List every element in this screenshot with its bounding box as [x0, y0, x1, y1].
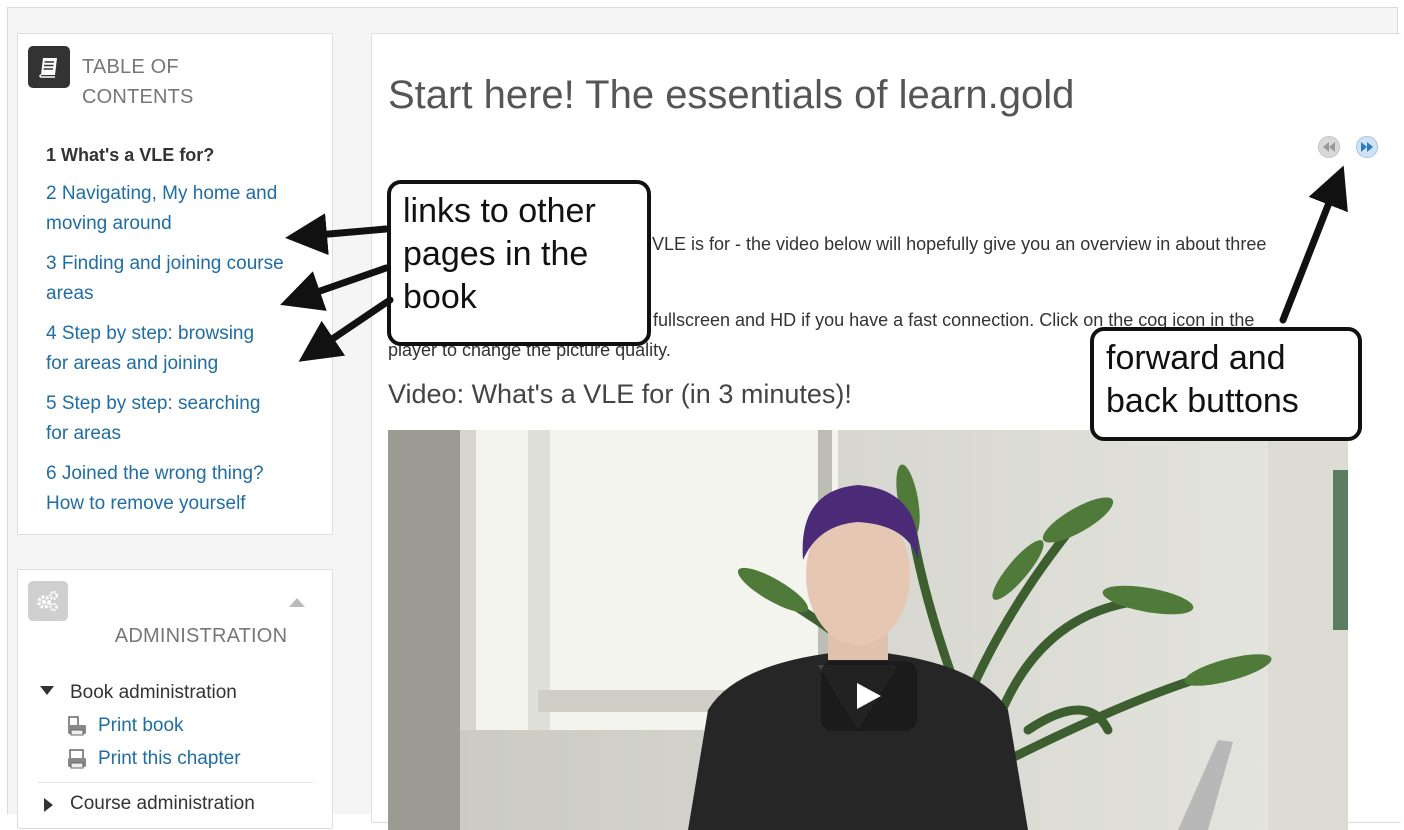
print-chapter-icon — [68, 749, 86, 769]
next-chapter-button[interactable] — [1356, 136, 1378, 158]
tree-book-administration[interactable]: Book administration — [38, 678, 313, 708]
toc-list: 1 What's a VLE for? 2 Navigating, My hom… — [46, 140, 326, 529]
print-book-link[interactable]: Print book — [38, 711, 313, 741]
tree-label: Course administration — [70, 793, 255, 814]
admin-block: ADMINISTRATION Book administration Print… — [17, 569, 333, 829]
toc-item-current: 1 What's a VLE for? — [46, 145, 215, 165]
fast-forward-icon — [1361, 142, 1373, 152]
tree-course-administration[interactable]: Course administration — [38, 789, 313, 819]
admin-tree: Book administration Print book Print thi… — [38, 678, 313, 819]
collapse-block-icon[interactable] — [289, 598, 305, 607]
gears-icon — [28, 581, 68, 621]
print-book-icon — [68, 716, 86, 736]
toc-link-finding-joining[interactable]: 3 Finding and joining course areas — [46, 249, 326, 309]
toc-link-searching[interactable]: 5 Step by step: searching for areas — [46, 389, 326, 449]
rewind-icon — [1323, 142, 1335, 152]
toc-link-navigating[interactable]: 2 Navigating, My home and moving around — [46, 179, 326, 239]
play-icon — [857, 683, 881, 709]
toc-link-browsing[interactable]: 4 Step by step: browsing for areas and jo… — [46, 319, 326, 379]
tree-label: Book administration — [70, 682, 237, 703]
intro-paragraph-1: VLE is for - the video below will hopefu… — [652, 234, 1267, 254]
toc-block: TABLE OF CONTENTS 1 What's a VLE for? 2 … — [17, 33, 333, 535]
video-heading: Video: What's a VLE for (in 3 minutes)! — [388, 379, 852, 409]
video-player[interactable] — [388, 430, 1348, 830]
video-thumbnail — [388, 430, 1348, 830]
admin-title: ADMINISTRATION — [114, 625, 288, 647]
toc-title: TABLE OF CONTENTS — [82, 56, 194, 108]
toc-link-remove-yourself[interactable]: 6 Joined the wrong thing? How to remove y… — [46, 459, 326, 519]
print-chapter-link[interactable]: Print this chapter — [38, 744, 313, 774]
print-chapter-label: Print this chapter — [98, 748, 241, 769]
play-button[interactable] — [821, 661, 917, 731]
divider — [38, 782, 313, 783]
expanded-triangle-icon — [40, 686, 54, 695]
book-icon — [28, 46, 70, 88]
print-book-label: Print book — [98, 715, 184, 736]
collapsed-triangle-icon — [44, 798, 53, 812]
page-title: Start here! The essentials of learn.gold — [388, 73, 1075, 117]
annotation-nav-callout: forward and back buttons — [1090, 327, 1362, 441]
annotation-links-callout: links to other pages in the book — [387, 180, 651, 346]
previous-chapter-button[interactable] — [1318, 136, 1340, 158]
